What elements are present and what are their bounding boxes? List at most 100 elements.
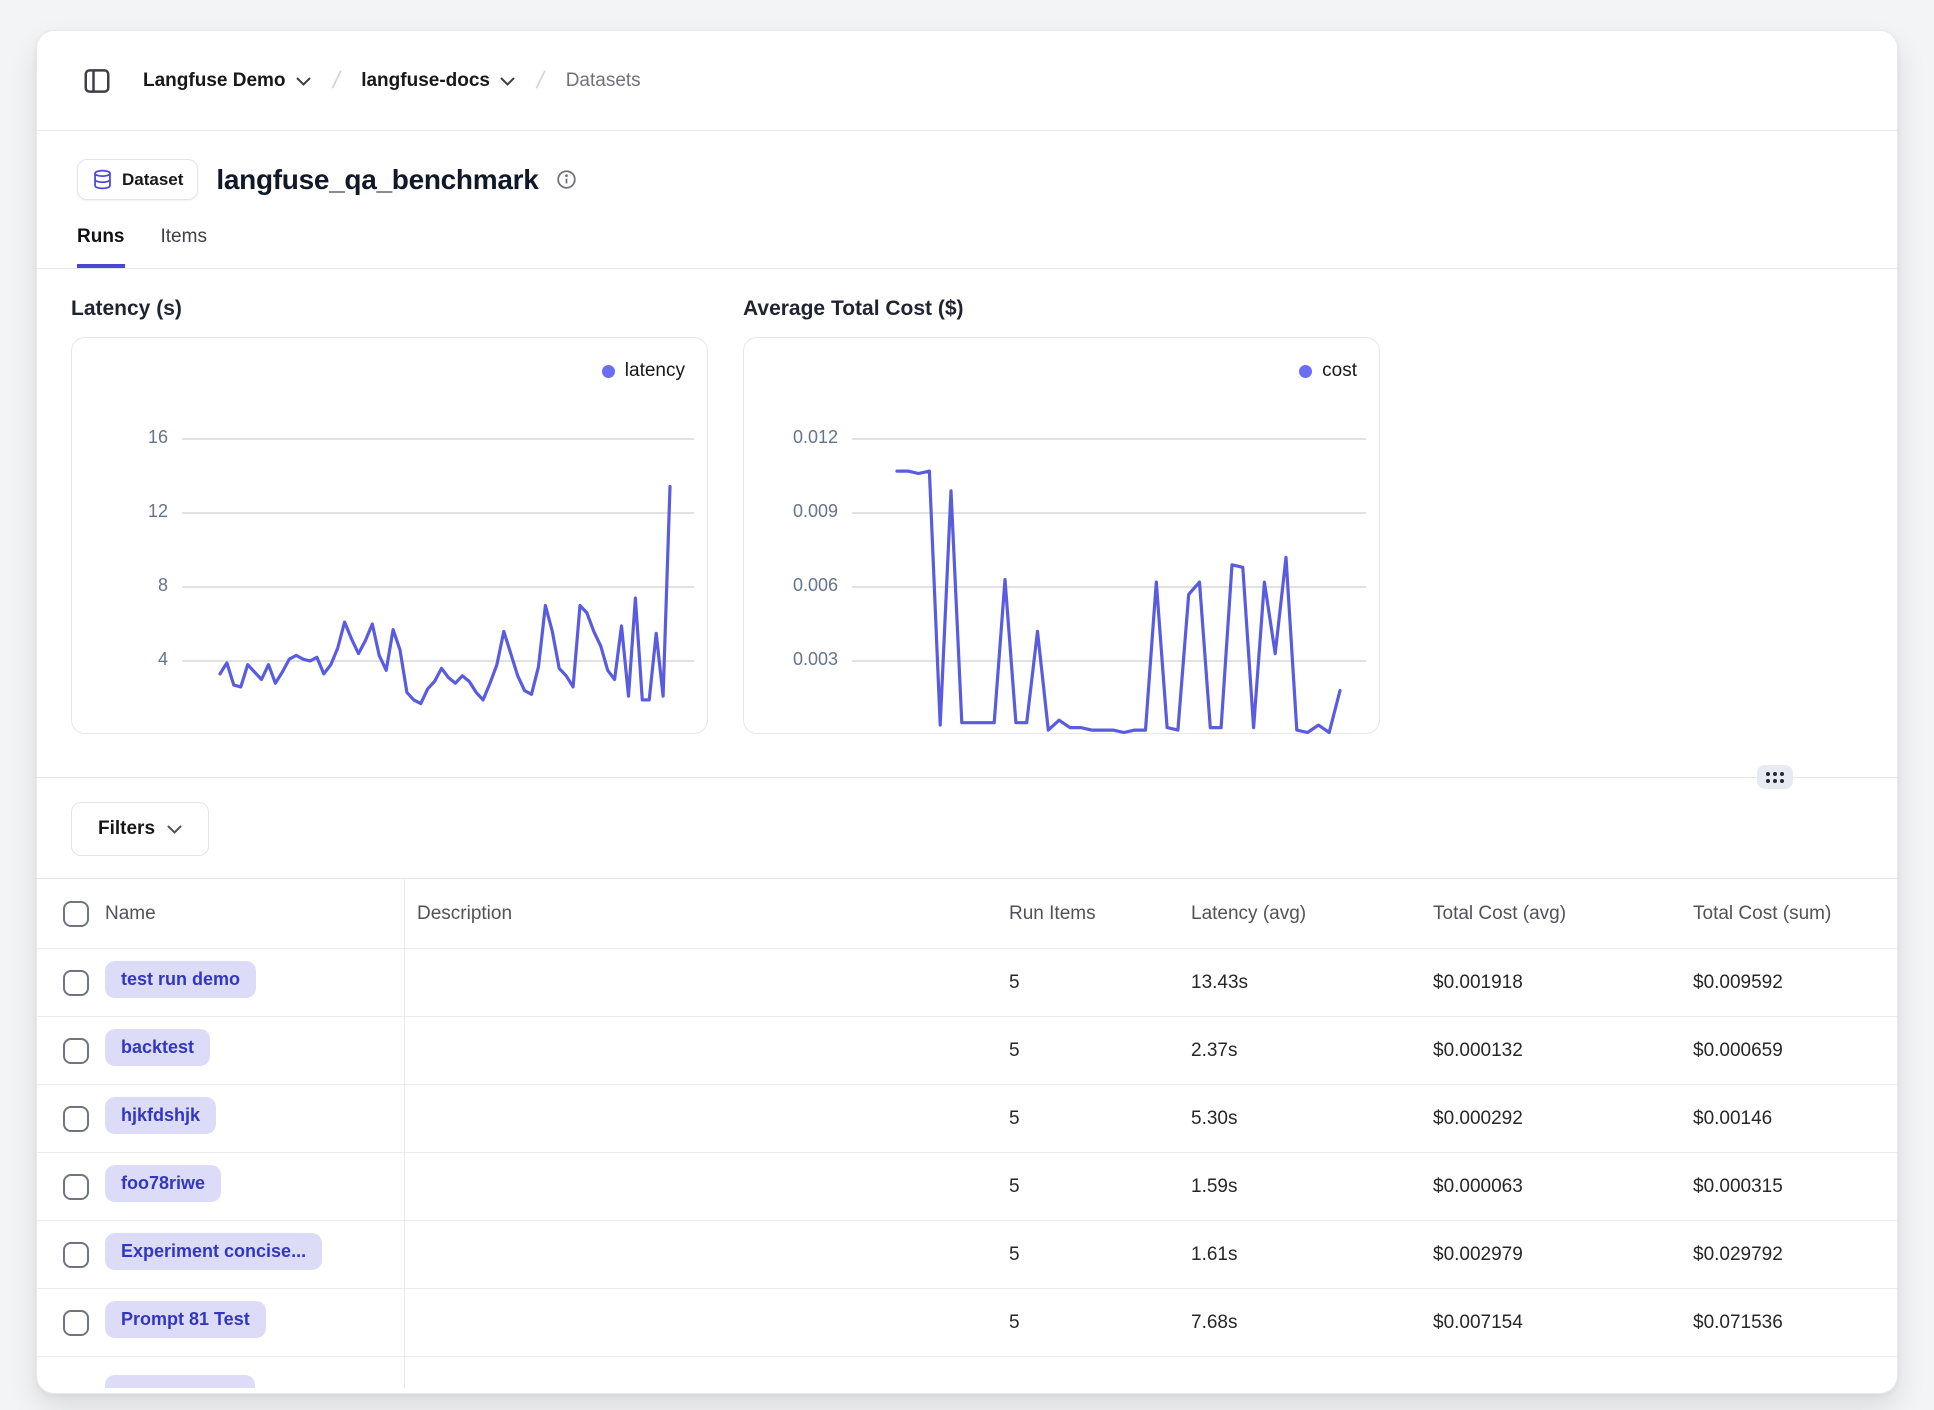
y-axis-tick-label: 0.006 [768, 575, 838, 596]
column-header-total-cost-avg: Total Cost (avg) [1421, 903, 1681, 925]
latency-avg-value: 1.59s [1179, 1176, 1421, 1198]
table-header-row: Name Description Run Items Latency (avg)… [37, 879, 1897, 949]
table-row: foo78riwe 5 1.59s $0.000063 $0.000315 [37, 1153, 1897, 1221]
app-window: Langfuse Demo / langfuse-docs / Datasets… [36, 30, 1898, 1394]
latency-avg-value: 7.68s [1179, 1312, 1421, 1334]
page-title: langfuse_qa_benchmark [216, 164, 538, 196]
table-row: hjkfdshjk 5 5.30s $0.000292 $0.00146 [37, 1085, 1897, 1153]
latency-legend-label: latency [625, 360, 685, 382]
chevron-down-icon [296, 77, 311, 86]
run-description [404, 949, 997, 1016]
run-name-badge[interactable]: hjkfdshjk [105, 1097, 216, 1134]
y-axis-tick-label: 16 [98, 427, 168, 448]
row-checkbox[interactable] [63, 970, 89, 996]
y-axis-tick-label: 4 [98, 649, 168, 670]
breadcrumb-section: Datasets [566, 70, 641, 92]
filters-button-label: Filters [98, 818, 155, 840]
cost-legend-dot [1299, 365, 1312, 378]
row-checkbox[interactable] [63, 1038, 89, 1064]
run-name-badge[interactable]: Experiment concise... [105, 1233, 322, 1270]
table-row-partial [37, 1357, 1897, 1388]
cost-chart-title: Average Total Cost ($) [743, 297, 1380, 321]
column-header-description: Description [404, 879, 997, 948]
cost-series-line [897, 471, 1340, 732]
tab-runs[interactable]: Runs [77, 226, 125, 268]
run-description [404, 1153, 997, 1220]
breadcrumb-org[interactable]: Langfuse Demo [143, 70, 311, 92]
row-checkbox[interactable] [63, 1174, 89, 1200]
y-axis-tick-label: 12 [98, 501, 168, 522]
latency-avg-value: 1.61s [1179, 1244, 1421, 1266]
database-icon [92, 169, 113, 190]
table-row: backtest 5 2.37s $0.000132 $0.000659 [37, 1017, 1897, 1085]
breadcrumb-separator: / [534, 67, 547, 95]
y-axis-tick-label: 0.009 [768, 501, 838, 522]
total-cost-sum-value: $0.000659 [1681, 1040, 1897, 1062]
section-divider [37, 777, 1897, 778]
filters-button[interactable]: Filters [71, 802, 209, 856]
chevron-down-icon [500, 77, 515, 86]
run-items-value: 5 [997, 972, 1179, 994]
cost-chart-block: Average Total Cost ($) cost 0.012 0.009 0.… [743, 269, 1380, 734]
run-items-value: 5 [997, 1108, 1179, 1130]
latency-avg-value: 5.30s [1179, 1108, 1421, 1130]
latency-chart-title: Latency (s) [71, 297, 708, 321]
run-description [404, 1085, 997, 1152]
run-name-badge[interactable]: backtest [105, 1029, 210, 1066]
run-name-badge[interactable]: foo78riwe [105, 1165, 221, 1202]
breadcrumb-project[interactable]: langfuse-docs [361, 70, 515, 92]
breadcrumb-separator: / [330, 67, 343, 95]
total-cost-avg-value: $0.000132 [1421, 1040, 1681, 1062]
run-name-badge[interactable]: Prompt 81 Test [105, 1301, 266, 1338]
latency-legend: latency [602, 360, 685, 382]
run-description [404, 1289, 997, 1356]
cost-chart: cost 0.012 0.009 0.006 0.003 [743, 337, 1380, 734]
total-cost-avg-value: $0.000292 [1421, 1108, 1681, 1130]
runs-table: Name Description Run Items Latency (avg)… [37, 878, 1897, 1388]
total-cost-sum-value: $0.00146 [1681, 1108, 1897, 1130]
run-items-value: 5 [997, 1244, 1179, 1266]
tab-bar: Runs Items [37, 200, 1897, 269]
chevron-down-icon [167, 825, 182, 834]
cost-legend-label: cost [1322, 360, 1357, 382]
row-checkbox[interactable] [63, 1106, 89, 1132]
dataset-badge: Dataset [77, 159, 198, 200]
latency-chart: latency 16 12 8 4 [71, 337, 708, 734]
column-header-latency-avg: Latency (avg) [1179, 903, 1421, 925]
latency-avg-value: 2.37s [1179, 1040, 1421, 1062]
total-cost-avg-value: $0.007154 [1421, 1312, 1681, 1334]
dataset-badge-label: Dataset [122, 170, 183, 190]
breadcrumb-org-label: Langfuse Demo [143, 70, 286, 92]
column-header-name: Name [105, 903, 404, 925]
row-checkbox[interactable] [63, 1242, 89, 1268]
total-cost-sum-value: $0.029792 [1681, 1244, 1897, 1266]
resize-drag-handle[interactable] [1757, 765, 1793, 789]
total-cost-avg-value: $0.001918 [1421, 972, 1681, 994]
run-description [404, 1221, 997, 1288]
column-header-run-items: Run Items [997, 903, 1179, 925]
total-cost-sum-value: $0.009592 [1681, 972, 1897, 994]
latency-legend-dot [602, 365, 615, 378]
info-icon[interactable] [556, 169, 577, 190]
run-name-badge[interactable] [105, 1375, 255, 1388]
run-items-value: 5 [997, 1312, 1179, 1334]
y-axis-tick-label: 0.012 [768, 427, 838, 448]
run-name-badge[interactable]: test run demo [105, 961, 256, 998]
run-items-value: 5 [997, 1176, 1179, 1198]
tab-items[interactable]: Items [161, 226, 207, 268]
total-cost-sum-value: $0.071536 [1681, 1312, 1897, 1334]
sidebar-toggle-button[interactable] [77, 61, 117, 101]
run-description [404, 1017, 997, 1084]
latency-avg-value: 13.43s [1179, 972, 1421, 994]
table-row: test run demo 5 13.43s $0.001918 $0.0095… [37, 949, 1897, 1017]
table-row: Prompt 81 Test 5 7.68s $0.007154 $0.0715… [37, 1289, 1897, 1357]
grip-dots-icon [1766, 772, 1784, 783]
y-axis-tick-label: 8 [98, 575, 168, 596]
select-all-checkbox[interactable] [63, 901, 89, 927]
total-cost-avg-value: $0.000063 [1421, 1176, 1681, 1198]
cost-line-chart [744, 338, 1381, 735]
y-axis-tick-label: 0.003 [768, 649, 838, 670]
row-checkbox[interactable] [63, 1310, 89, 1336]
latency-chart-block: Latency (s) latency 16 12 8 4 [71, 269, 708, 734]
filters-row: Filters [37, 778, 1897, 878]
